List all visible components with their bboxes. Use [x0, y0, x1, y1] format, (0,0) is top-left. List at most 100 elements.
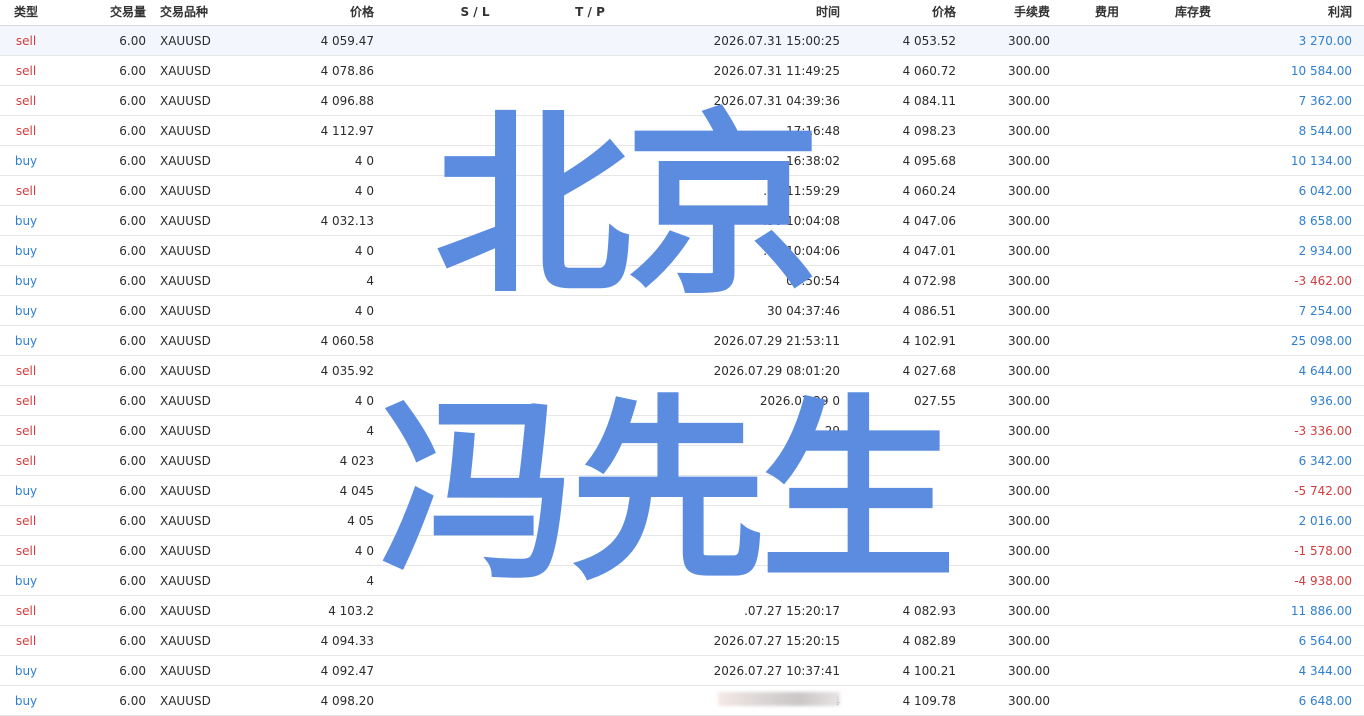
- header-swap[interactable]: 库存费: [1160, 0, 1226, 24]
- cell-profit: 936.00: [1310, 394, 1352, 408]
- table-row[interactable]: sell 6.00 XAUUSD 4 112.97 17:16:48 4 098.23 30…: [0, 116, 1364, 146]
- cell-fee: 300.00: [1008, 34, 1050, 48]
- cell-profit: 11 886.00: [1290, 604, 1352, 618]
- table-row[interactable]: sell 6.00 XAUUSD 4 05 300.00 2 016.00: [0, 506, 1364, 536]
- trade-history-table: 类型 交易量 交易品种 价格 S / L T / P 时间 价格 手续费 费用 …: [0, 0, 1364, 716]
- cell-volume: 6.00: [119, 124, 146, 138]
- cell-time: 29: [824, 424, 840, 438]
- cell-close-price: 4 082.89: [902, 634, 956, 648]
- cell-type: buy: [14, 664, 38, 678]
- table-row[interactable]: sell 6.00 XAUUSD 4 078.86 2026.07.31 11:49:2…: [0, 56, 1364, 86]
- cell-fee: 300.00: [1008, 634, 1050, 648]
- cell-volume: 6.00: [119, 274, 146, 288]
- header-volume[interactable]: 交易量: [60, 0, 146, 24]
- cell-time: 2026.07.29 08:01:20: [713, 364, 840, 378]
- cell-profit: 6 564.00: [1298, 634, 1352, 648]
- cell-type: buy: [14, 574, 38, 588]
- table-row[interactable]: sell 6.00 XAUUSD 4 035.92 2026.07.29 08:01:2…: [0, 356, 1364, 386]
- cell-time: 2026.07.29 0: [759, 394, 840, 408]
- cell-price: 4 060.58: [320, 334, 374, 348]
- table-row[interactable]: sell 6.00 XAUUSD 4 096.88 2026.07.31 04:39:3…: [0, 86, 1364, 116]
- cell-type: buy: [14, 304, 38, 318]
- cell-profit: 6 342.00: [1298, 454, 1352, 468]
- header-profit[interactable]: 利润: [1230, 0, 1352, 24]
- cell-profit: 25 098.00: [1290, 334, 1352, 348]
- table-row[interactable]: sell 6.00 XAUUSD 4 094.33 2026.07.27 15:20:1…: [0, 626, 1364, 656]
- cell-profit: -1 578.00: [1294, 544, 1352, 558]
- table-header: 类型 交易量 交易品种 价格 S / L T / P 时间 价格 手续费 费用 …: [0, 0, 1364, 26]
- cell-close-price: 4 027.68: [902, 364, 956, 378]
- header-tp[interactable]: T / P: [545, 0, 635, 24]
- header-type[interactable]: 类型: [0, 0, 52, 24]
- cell-volume: 6.00: [119, 514, 146, 528]
- table-row[interactable]: sell 6.00 XAUUSD 4 29 300.00 -3 336.00: [0, 416, 1364, 446]
- cell-symbol: XAUUSD: [160, 304, 211, 318]
- header-sl[interactable]: S / L: [430, 0, 520, 24]
- cell-price: 4 032.13: [320, 214, 374, 228]
- header-symbol[interactable]: 交易品种: [160, 0, 270, 24]
- cell-profit: -3 336.00: [1294, 424, 1352, 438]
- table-row[interactable]: sell 6.00 XAUUSD 4 103.2 .07.27 15:20:17 4 08…: [0, 596, 1364, 626]
- table-row[interactable]: sell 6.00 XAUUSD 4 0 300.00 -1 578.00: [0, 536, 1364, 566]
- table-row[interactable]: buy 6.00 XAUUSD 4 032.13 .30 10:04:08 4 047.0…: [0, 206, 1364, 236]
- cell-fee: 300.00: [1008, 214, 1050, 228]
- table-row[interactable]: buy 6.00 XAUUSD 4 092.47 2026.07.27 10:37:41…: [0, 656, 1364, 686]
- cell-time: 2026.07.27 15:20:15: [713, 634, 840, 648]
- table-row[interactable]: buy 6.00 XAUUSD 4 060.58 2026.07.29 21:53:11…: [0, 326, 1364, 356]
- cell-type: sell: [15, 184, 37, 198]
- table-row[interactable]: buy 6.00 XAUUSD 4 0 16:38:02 4 095.68 300.00 10…: [0, 146, 1364, 176]
- cell-fee: 300.00: [1008, 514, 1050, 528]
- cell-profit: 7 254.00: [1298, 304, 1352, 318]
- header-price[interactable]: 价格: [280, 0, 374, 24]
- cell-profit: -5 742.00: [1294, 484, 1352, 498]
- table-row[interactable]: buy 6.00 XAUUSD 4 300.00 -4 938.00: [0, 566, 1364, 596]
- cell-time: 16:38:02: [786, 154, 840, 168]
- cell-price: 4 112.97: [320, 124, 374, 138]
- header-time[interactable]: 时间: [640, 0, 840, 24]
- table-row[interactable]: sell 6.00 XAUUSD 4 0 2026.07.29 0 027.55 300.0…: [0, 386, 1364, 416]
- cell-profit: 3 270.00: [1298, 34, 1352, 48]
- header-fee[interactable]: 手续费: [966, 0, 1050, 24]
- header-close-price[interactable]: 价格: [860, 0, 956, 24]
- cell-profit: -4 938.00: [1294, 574, 1352, 588]
- cell-fee: 300.00: [1008, 124, 1050, 138]
- table-row[interactable]: buy 6.00 XAUUSD 4 05:50:54 4 072.98 300.00 -3 4…: [0, 266, 1364, 296]
- table-row[interactable]: sell 6.00 XAUUSD 4 0 .30 11:59:29 4 060.24 300…: [0, 176, 1364, 206]
- cell-type: buy: [14, 334, 38, 348]
- cell-time: .30 10:04:06: [763, 244, 840, 258]
- cell-time: .30 11:59:29: [763, 184, 840, 198]
- table-row[interactable]: buy 6.00 XAUUSD 4 0 .30 10:04:06 4 047.01 300.…: [0, 236, 1364, 266]
- cell-close-price: 4 086.51: [902, 304, 956, 318]
- table-row[interactable]: sell 6.00 XAUUSD 4 023 300.00 6 342.00: [0, 446, 1364, 476]
- header-cost[interactable]: 费用: [1072, 0, 1142, 24]
- table-row[interactable]: buy 6.00 XAUUSD 4 0 30 04:37:46 4 086.51 300.0…: [0, 296, 1364, 326]
- cell-close-price: 4 100.21: [902, 664, 956, 678]
- cell-profit: 7 362.00: [1298, 94, 1352, 108]
- cell-close-price: 4 053.52: [902, 34, 956, 48]
- cell-close-price: 4 082.93: [902, 604, 956, 618]
- cell-price: 4 0: [354, 304, 374, 318]
- cell-symbol: XAUUSD: [160, 574, 211, 588]
- cell-price: 4 023: [339, 454, 374, 468]
- cell-close-price: 4 060.72: [902, 64, 956, 78]
- table-row[interactable]: sell 6.00 XAUUSD 4 059.47 2026.07.31 15:00:2…: [0, 26, 1364, 56]
- cell-fee: 300.00: [1008, 394, 1050, 408]
- cell-volume: 6.00: [119, 154, 146, 168]
- cell-type: sell: [15, 124, 37, 138]
- cell-symbol: XAUUSD: [160, 154, 211, 168]
- cell-profit: 4 344.00: [1298, 664, 1352, 678]
- cell-type: sell: [15, 454, 37, 468]
- cell-type: buy: [14, 484, 38, 498]
- cell-type: sell: [15, 34, 37, 48]
- cell-volume: 6.00: [119, 424, 146, 438]
- cell-symbol: XAUUSD: [160, 604, 211, 618]
- cell-type: sell: [15, 364, 37, 378]
- cell-fee: 300.00: [1008, 184, 1050, 198]
- table-row[interactable]: buy 6.00 XAUUSD 4 045 300.00 -5 742.00: [0, 476, 1364, 506]
- cell-type: buy: [14, 274, 38, 288]
- cell-volume: 6.00: [119, 244, 146, 258]
- cell-price: 4 0: [354, 154, 374, 168]
- cell-price: 4: [366, 274, 374, 288]
- cell-volume: 6.00: [119, 394, 146, 408]
- cell-close-price: 4 084.11: [902, 94, 956, 108]
